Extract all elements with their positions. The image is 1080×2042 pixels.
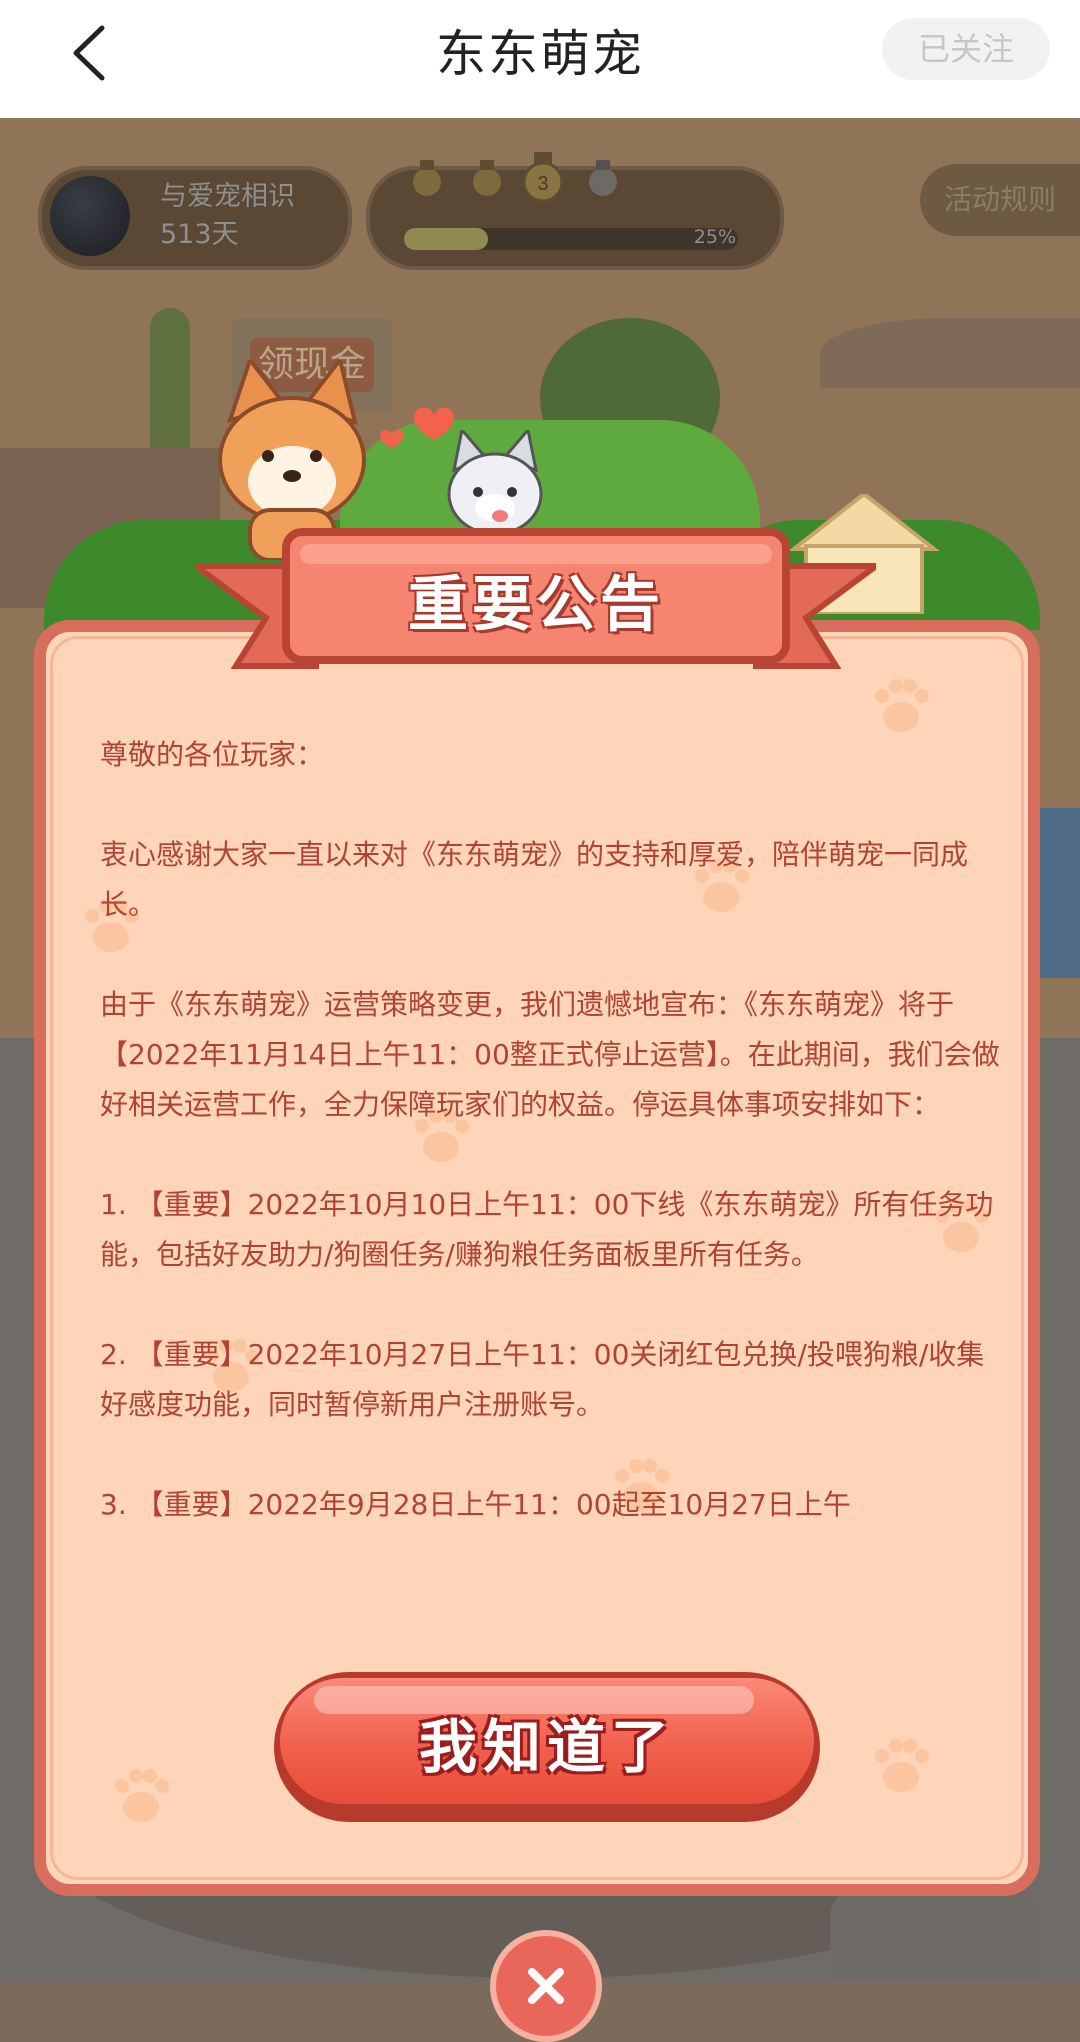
- acknowledge-button[interactable]: 我知道了: [274, 1672, 820, 1822]
- medal-icon: [473, 160, 501, 196]
- progress-fill: [404, 228, 488, 250]
- close-icon: [528, 1968, 564, 2004]
- french-bulldog-icon: [447, 430, 543, 536]
- paw-print-icon: [875, 1739, 929, 1792]
- activity-rules-button[interactable]: 活动规则: [920, 164, 1080, 236]
- user-info-pill[interactable]: 与爱宠相识513天: [38, 166, 352, 270]
- level-medal-icon: 3: [522, 152, 564, 203]
- level-progress-pill[interactable]: 3 25%: [366, 152, 784, 270]
- shop-awning: [820, 318, 1080, 388]
- progress-track: [404, 228, 738, 250]
- announcement-modal: 尊敬的各位玩家： 衷心感谢大家一直以来对《东东萌宠》的支持和厚爱，陪伴萌宠一同成…: [34, 620, 1040, 1896]
- paw-print-icon: [115, 1769, 169, 1822]
- follow-button[interactable]: 已关注: [882, 18, 1050, 80]
- acknowledge-button-label: 我知道了: [418, 1713, 675, 1781]
- bottom-house-decoration: [830, 1888, 1040, 1982]
- companion-days-text: 与爱宠相识513天: [160, 181, 295, 250]
- level-number: 3: [537, 173, 548, 195]
- avatar: [50, 176, 130, 256]
- close-button[interactable]: [490, 1930, 602, 2042]
- progress-percent: 25%: [693, 226, 736, 248]
- announcement-body: 尊敬的各位玩家： 衷心感谢大家一直以来对《东东萌宠》的支持和厚爱，陪伴萌宠一同成…: [100, 738, 1000, 1521]
- medal-icon: [413, 160, 441, 196]
- medal-icon: [589, 160, 617, 196]
- modal-title: 重要公告: [408, 570, 664, 640]
- top-nav-bar: 东东萌宠 已关注: [0, 0, 1080, 118]
